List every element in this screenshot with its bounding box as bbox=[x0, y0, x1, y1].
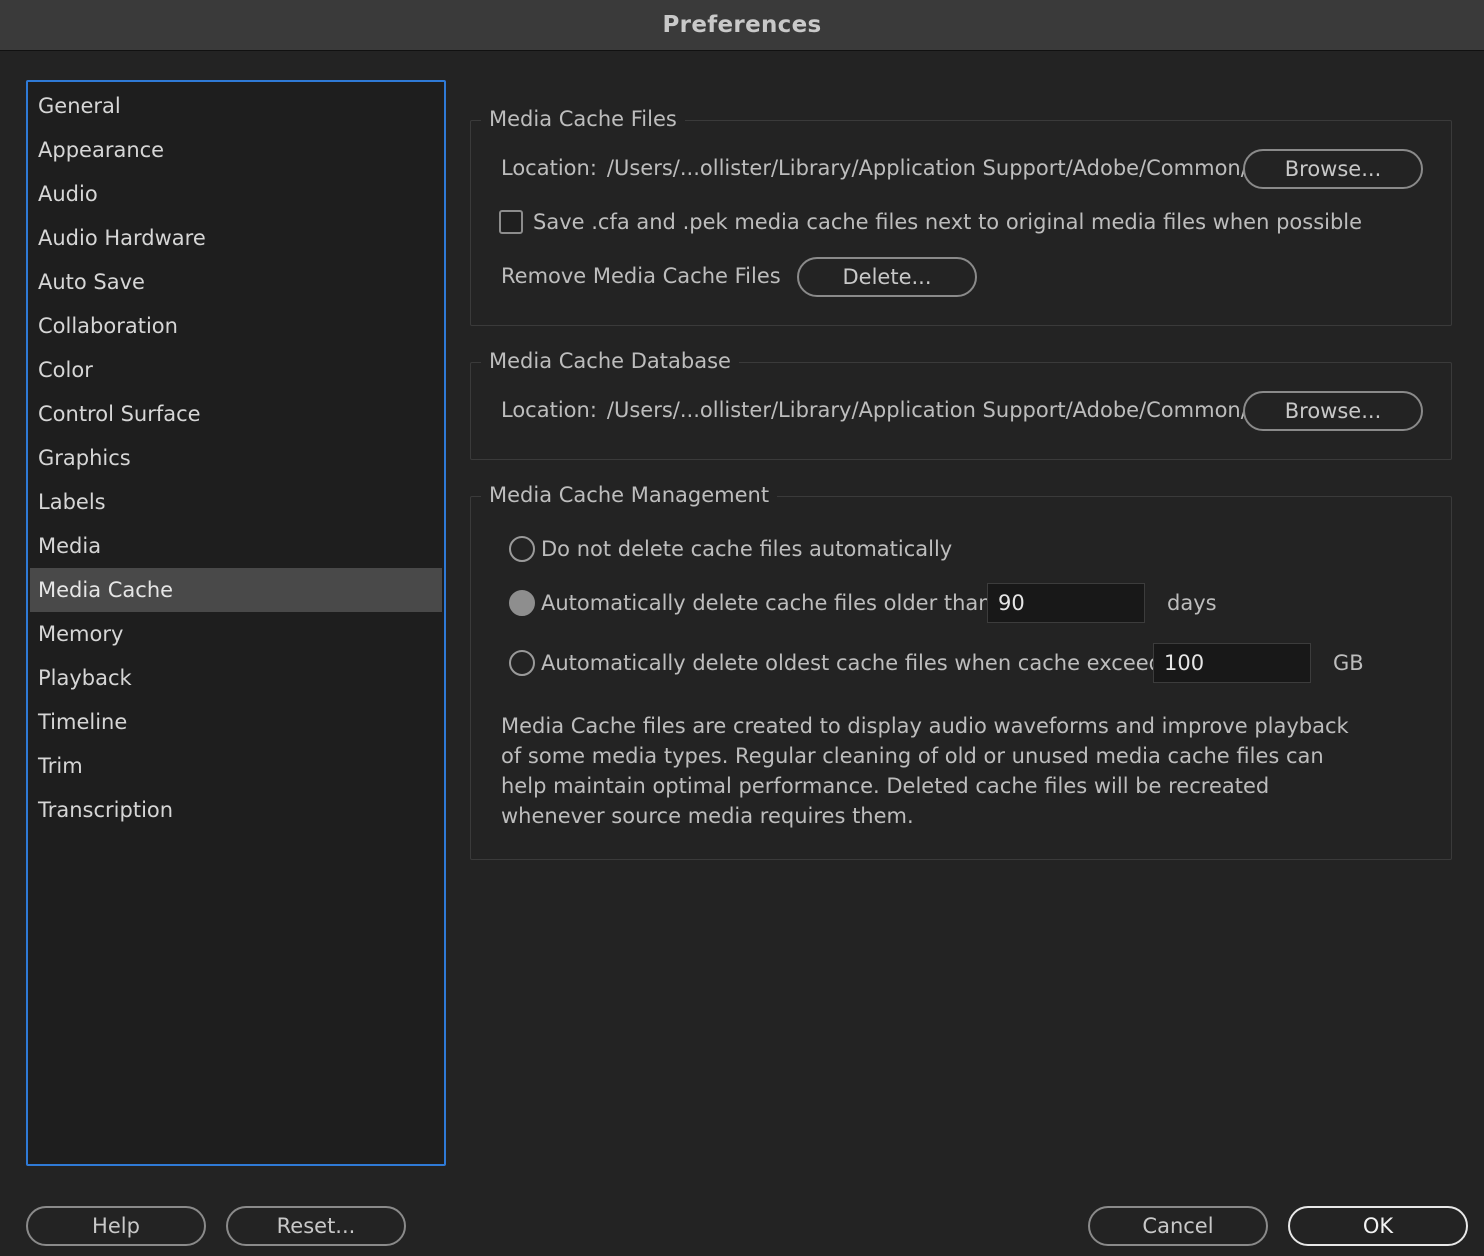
delete-cache-button[interactable]: Delete... bbox=[797, 257, 977, 297]
size-unit-row: GB bbox=[1333, 648, 1364, 678]
no-auto-delete-label: Do not delete cache files automatically bbox=[541, 537, 953, 561]
delete-when-exceeds-radio[interactable] bbox=[509, 650, 535, 676]
sidebar-item-auto-save[interactable]: Auto Save bbox=[30, 260, 442, 304]
sidebar-item-playback[interactable]: Playback bbox=[30, 656, 442, 700]
sidebar-item-labels[interactable]: Labels bbox=[30, 480, 442, 524]
save-next-to-media-row[interactable]: Save .cfa and .pek media cache files nex… bbox=[499, 207, 1362, 237]
preferences-category-list[interactable]: General Appearance Audio Audio Hardware … bbox=[26, 80, 446, 1166]
sidebar-item-color[interactable]: Color bbox=[30, 348, 442, 392]
age-unit-label: days bbox=[1167, 591, 1217, 615]
age-unit-row: days bbox=[1167, 588, 1217, 618]
title-bar: Preferences bbox=[0, 0, 1484, 51]
cache-database-browse-button[interactable]: Browse... bbox=[1243, 391, 1423, 431]
sidebar-item-timeline[interactable]: Timeline bbox=[30, 700, 442, 744]
cache-files-location-label: Location: bbox=[501, 156, 597, 180]
delete-when-exceeds-label: Automatically delete oldest cache files … bbox=[541, 651, 1181, 675]
cache-files-browse-button[interactable]: Browse... bbox=[1243, 149, 1423, 189]
media-cache-files-legend: Media Cache Files bbox=[481, 104, 685, 134]
media-cache-description: Media Cache files are created to display… bbox=[501, 714, 1349, 828]
media-cache-management-group: Media Cache Management Do not delete cac… bbox=[470, 480, 1452, 860]
sidebar-item-audio-hardware[interactable]: Audio Hardware bbox=[30, 216, 442, 260]
save-next-to-media-label: Save .cfa and .pek media cache files nex… bbox=[533, 210, 1363, 234]
delete-older-than-radio[interactable] bbox=[509, 590, 535, 616]
age-days-field[interactable] bbox=[987, 583, 1145, 623]
save-next-to-media-checkbox[interactable] bbox=[499, 210, 523, 234]
cache-database-location-label: Location: bbox=[501, 398, 597, 422]
sidebar-item-media-cache[interactable]: Media Cache bbox=[30, 568, 442, 612]
window-title: Preferences bbox=[662, 12, 822, 38]
cache-database-location-path: /Users/...ollister/Library/Application S… bbox=[606, 398, 1248, 422]
size-limit-field[interactable] bbox=[1153, 643, 1311, 683]
option-delete-older-than[interactable]: Automatically delete cache files older t… bbox=[509, 588, 999, 618]
option-no-auto-delete[interactable]: Do not delete cache files automatically bbox=[509, 534, 952, 564]
delete-older-than-label: Automatically delete cache files older t… bbox=[541, 591, 999, 615]
media-cache-management-legend: Media Cache Management bbox=[481, 480, 778, 510]
help-button[interactable]: Help bbox=[26, 1206, 206, 1246]
sidebar-item-graphics[interactable]: Graphics bbox=[30, 436, 442, 480]
cache-files-location-path: /Users/...ollister/Library/Application S… bbox=[606, 156, 1248, 180]
remove-cache-label: Remove Media Cache Files bbox=[501, 264, 781, 288]
media-cache-files-group: Media Cache Files Location: /Users/...ol… bbox=[470, 104, 1452, 326]
remove-cache-row: Remove Media Cache Files bbox=[501, 261, 781, 291]
sidebar-item-control-surface[interactable]: Control Surface bbox=[30, 392, 442, 436]
sidebar-item-trim[interactable]: Trim bbox=[30, 744, 442, 788]
sidebar-item-transcription[interactable]: Transcription bbox=[30, 788, 442, 832]
sidebar-item-media[interactable]: Media bbox=[30, 524, 442, 568]
media-cache-database-group: Media Cache Database Location: /Users/..… bbox=[470, 346, 1452, 460]
reset-button[interactable]: Reset... bbox=[226, 1206, 406, 1246]
sidebar-item-collaboration[interactable]: Collaboration bbox=[30, 304, 442, 348]
cache-files-location-row: Location: /Users/...ollister/Library/App… bbox=[501, 153, 1248, 183]
media-cache-database-legend: Media Cache Database bbox=[481, 346, 739, 376]
ok-button[interactable]: OK bbox=[1288, 1206, 1468, 1246]
sidebar-item-memory[interactable]: Memory bbox=[30, 612, 442, 656]
sidebar-item-general[interactable]: General bbox=[30, 84, 442, 128]
cache-database-location-row: Location: /Users/...ollister/Library/App… bbox=[501, 395, 1248, 425]
cancel-button[interactable]: Cancel bbox=[1088, 1206, 1268, 1246]
preferences-window: Preferences General Appearance Audio Aud… bbox=[0, 0, 1484, 1256]
size-unit-label: GB bbox=[1333, 651, 1364, 675]
no-auto-delete-radio[interactable] bbox=[509, 536, 535, 562]
option-delete-when-exceeds[interactable]: Automatically delete oldest cache files … bbox=[509, 648, 1180, 678]
sidebar-item-appearance[interactable]: Appearance bbox=[30, 128, 442, 172]
sidebar-item-audio[interactable]: Audio bbox=[30, 172, 442, 216]
